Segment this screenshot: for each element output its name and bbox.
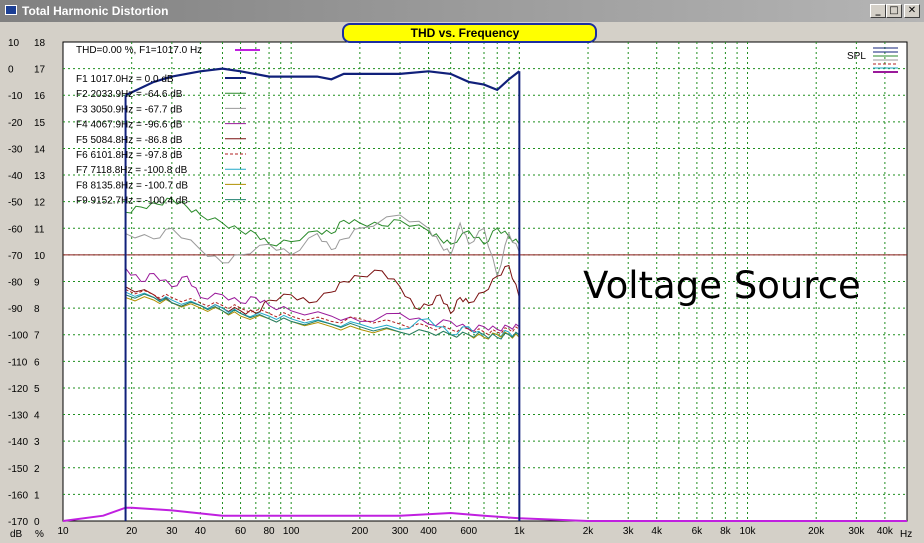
thd-chart: 10 180 17-10 16-20 15-30 14-40 13-50 12-60 11-70… <box>8 23 912 540</box>
y-tick-label-pct: 4 <box>34 411 40 422</box>
x-tick-label: 80 <box>263 526 275 537</box>
maximize-button[interactable]: □ <box>886 4 902 18</box>
y-tick-label-pct: 5 <box>34 384 40 395</box>
y-axis: 10 180 17-10 16-20 15-30 14-40 13-50 12-60 11-70… <box>8 38 46 528</box>
x-tick-label: 3k <box>623 526 635 537</box>
window-title: Total Harmonic Distortion <box>22 4 169 18</box>
x-tick-label: 1k <box>514 526 526 537</box>
x-unit: Hz <box>900 529 912 540</box>
y-tick-label-db: -120 <box>8 384 28 395</box>
legend-entry-f7: F7 7118.8Hz = -100.8 dB <box>76 165 188 176</box>
legend-entry-f1: F1 1017.0Hz = 0.0 dB <box>76 74 174 85</box>
x-tick-label: 20k <box>808 526 825 537</box>
spl-legend-label: SPL <box>847 51 866 62</box>
y-tick-label-pct: 13 <box>34 171 46 182</box>
x-tick-label: 30k <box>848 526 865 537</box>
minimize-button[interactable]: _ <box>870 4 886 18</box>
x-tick-label: 10k <box>739 526 756 537</box>
y-tick-label-pct: 0 <box>34 517 40 528</box>
legend-entry-f9: F9 9152.7Hz = -100.4 dB <box>76 196 188 207</box>
y-right-unit: % <box>35 529 44 540</box>
y-left-unit: dB <box>10 529 23 540</box>
x-tick-label: 600 <box>460 526 477 537</box>
x-tick-label: 10 <box>57 526 69 537</box>
x-tick-label: 300 <box>392 526 409 537</box>
app-icon <box>5 5 17 15</box>
y-tick-label-db: -140 <box>8 437 28 448</box>
y-tick-label-pct: 9 <box>34 278 40 289</box>
y-tick-label-db: 0 <box>8 65 14 76</box>
x-tick-label: 2k <box>583 526 595 537</box>
y-tick-label-db: -10 <box>8 91 23 102</box>
legend-entry-f6: F6 6101.8Hz = -97.8 dB <box>76 150 183 161</box>
y-tick-label-pct: 2 <box>34 464 40 475</box>
legend-entry-f8: F8 8135.8Hz = -100.7 dB <box>76 180 188 191</box>
legend-entry-f4: F4 4067.9Hz = -96.6 dB <box>76 120 183 131</box>
x-tick-label: 4k <box>651 526 663 537</box>
y-tick-label-db: -50 <box>8 198 23 209</box>
y-tick-label-db: -80 <box>8 278 23 289</box>
y-tick-label-pct: 11 <box>34 224 45 235</box>
y-tick-label-pct: 7 <box>34 331 40 342</box>
legend-entry-f2: F2 2033.9Hz = -64.6 dB <box>76 89 183 100</box>
legend-entry-f5: F5 5084.8Hz = -86.8 dB <box>76 135 183 146</box>
y-tick-label-pct: 14 <box>34 144 46 155</box>
x-tick-label: 200 <box>352 526 369 537</box>
y-tick-label-db: -30 <box>8 144 23 155</box>
annotation-text: Voltage Source <box>583 264 861 307</box>
x-tick-label: 40k <box>877 526 894 537</box>
y-tick-label-pct: 16 <box>34 91 46 102</box>
x-tick-label: 60 <box>235 526 247 537</box>
y-tick-label-db: -110 <box>8 357 28 368</box>
y-tick-label-pct: 15 <box>34 118 46 129</box>
close-button[interactable]: ✕ <box>904 4 920 18</box>
y-tick-label-db: -20 <box>8 118 23 129</box>
x-tick-label: 100 <box>283 526 300 537</box>
legend-entry-f3: F3 3050.9Hz = -67.7 dB <box>76 104 183 115</box>
chart-title: THD vs. Frequency <box>411 26 520 40</box>
y-tick-label-db: -170 <box>8 517 28 528</box>
y-tick-label-db: -100 <box>8 331 28 342</box>
title-bar[interactable]: Total Harmonic Distortion _ □ ✕ <box>0 0 924 22</box>
y-tick-label-db: 10 <box>8 38 20 49</box>
y-tick-label-db: -60 <box>8 224 23 235</box>
y-tick-label-db: -40 <box>8 171 23 182</box>
y-tick-label-pct: 1 <box>34 490 40 501</box>
y-tick-label-db: -160 <box>8 490 28 501</box>
y-tick-label-db: -150 <box>8 464 28 475</box>
y-tick-label-pct: 17 <box>34 65 46 76</box>
x-tick-label: 6k <box>692 526 704 537</box>
y-tick-label-db: -70 <box>8 251 23 262</box>
x-tick-label: 400 <box>420 526 437 537</box>
x-tick-label: 30 <box>166 526 178 537</box>
y-tick-label-pct: 10 <box>34 251 46 262</box>
y-tick-label-db: -90 <box>8 304 23 315</box>
x-tick-label: 8k <box>720 526 732 537</box>
y-tick-label-pct: 3 <box>34 437 40 448</box>
x-axis: 10 20 30 40 60 80 100 200 300 400 600 1k 2k 3k 4k 6k 8k 1… <box>57 526 894 537</box>
y-tick-label-pct: 18 <box>34 38 46 49</box>
y-tick-label-pct: 6 <box>34 357 40 368</box>
x-tick-label: 20 <box>126 526 138 537</box>
y-tick-label-db: -130 <box>8 411 28 422</box>
spl-legend-swatch <box>873 47 898 73</box>
y-tick-label-pct: 12 <box>34 198 46 209</box>
y-tick-label-pct: 8 <box>34 304 40 315</box>
thd-readout: THD=0.00 %, F1=1017.0 Hz <box>76 45 202 56</box>
thd-window: Total Harmonic Distortion _ □ ✕ 10 18 0 17-… <box>0 0 924 543</box>
x-tick-label: 40 <box>195 526 207 537</box>
